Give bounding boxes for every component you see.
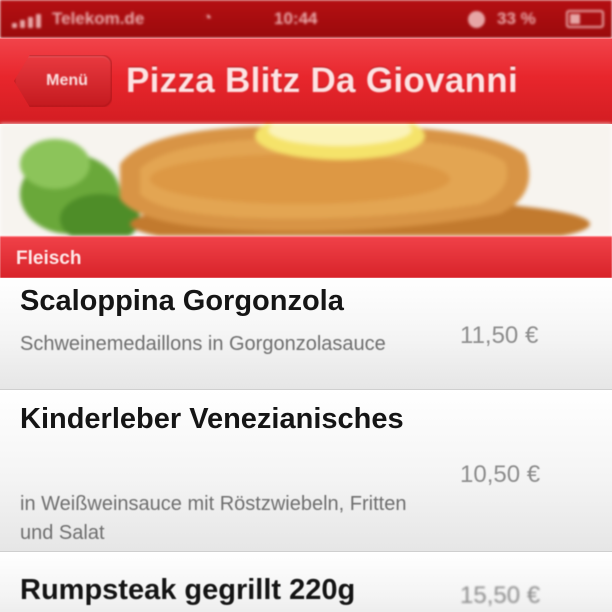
item-description: Schweinemedaillons in Gorgonzolasauce — [20, 333, 386, 355]
signal-strength-icon — [12, 14, 41, 28]
item-name: Kinderleber Venezianisches — [20, 403, 404, 435]
status-bar: Telekom.de ◔ 10:44 33 % — [0, 0, 612, 38]
back-button-label: Menü — [46, 72, 88, 89]
wifi-icon: ◔ — [202, 8, 213, 27]
item-price: 15,50 € — [460, 582, 541, 609]
section-title: Fleisch — [16, 248, 82, 269]
list-item[interactable]: Kinderleber Venezianisches in Weißweinsa… — [0, 390, 612, 552]
section-header: Fleisch — [0, 236, 612, 278]
battery-icon — [566, 10, 604, 28]
status-time: 10:44 — [274, 9, 318, 28]
page-title: Pizza Blitz Da Giovanni — [126, 61, 518, 100]
schnitzel-photo — [0, 124, 612, 236]
navigation-bar: Menü Pizza Blitz Da Giovanni — [0, 38, 612, 124]
item-price: 10,50 € — [460, 461, 541, 488]
list-item[interactable]: Scaloppina Gorgonzola Schweinemedaillons… — [0, 278, 612, 390]
back-button[interactable]: Menü — [14, 55, 112, 107]
item-name: Scaloppina Gorgonzola — [20, 285, 344, 317]
item-description: in Weißweinsauce mit Röstzwiebeln, Fritt… — [20, 493, 407, 544]
item-name: Rumpsteak gegrillt 220g — [20, 574, 356, 606]
list-item[interactable]: Rumpsteak gegrillt 220g 15,50 € — [0, 552, 612, 612]
battery-percentage: 33 % — [497, 9, 536, 28]
item-price: 11,50 € — [460, 322, 539, 349]
header-food-image — [0, 124, 612, 236]
orientation-lock-icon — [468, 11, 485, 28]
carrier-name: Telekom.de — [52, 9, 145, 28]
